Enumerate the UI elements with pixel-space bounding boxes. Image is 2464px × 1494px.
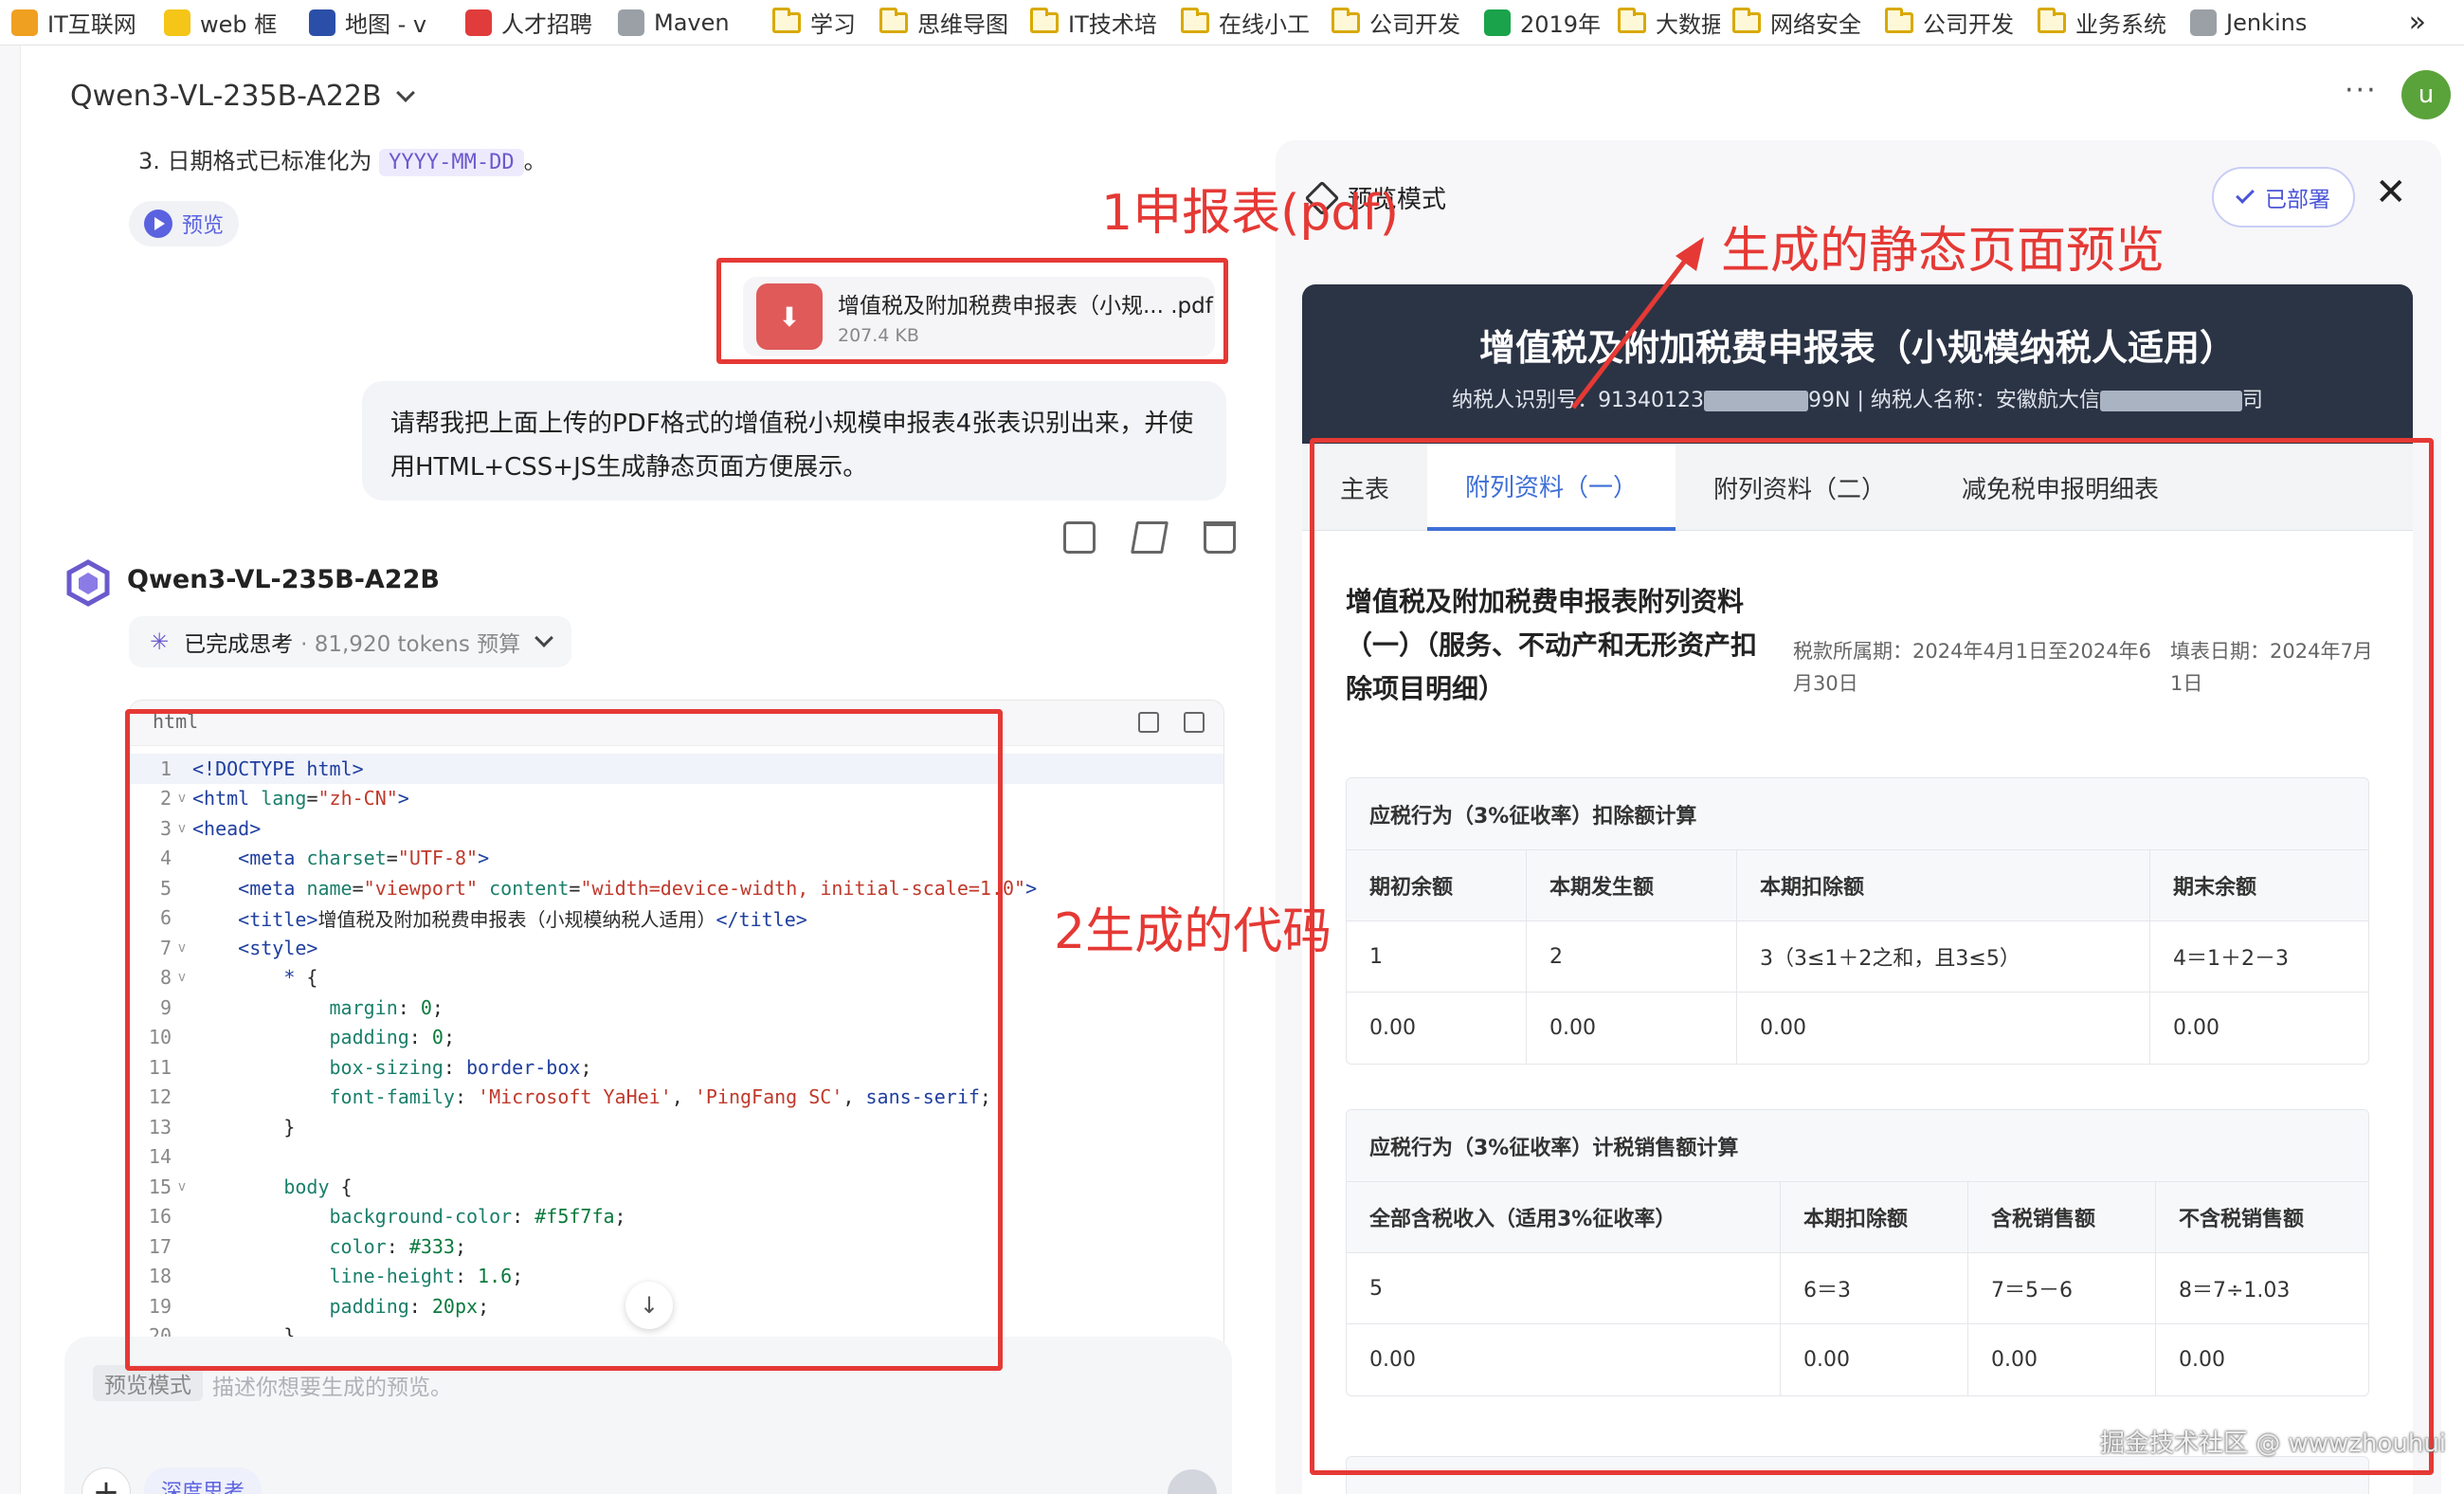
document-title: 增值税及附加税费申报表（小规模纳税人适用） (1478, 327, 2236, 369)
annotation-arrow-icon (1571, 237, 1704, 410)
copy-code-icon[interactable] (1138, 712, 1159, 733)
bookmark-site[interactable]: Maven (618, 0, 760, 46)
site-icon (465, 9, 492, 36)
bookmark-folder[interactable]: 在线小工 (1181, 0, 1319, 46)
deep-think-button[interactable]: 深度思考 (144, 1467, 263, 1494)
bookmark-folder[interactable]: 思维导图 (879, 0, 1018, 46)
bookmark-site[interactable]: IT互联网 (11, 0, 152, 46)
chevron-down-icon (395, 82, 415, 102)
redaction-mask (2099, 391, 2242, 411)
site-icon (1484, 9, 1511, 36)
annotation-box-preview (1310, 438, 2434, 1475)
edit-icon[interactable] (1131, 521, 1169, 554)
copy-icon[interactable] (1063, 521, 1096, 554)
bookmark-label: 思维导图 (917, 11, 1008, 38)
bookmark-label: 人才招聘 (501, 11, 592, 38)
bookmark-label: 大数据 (1656, 11, 1720, 38)
site-icon (11, 9, 38, 36)
site-icon (618, 9, 644, 36)
deployed-label: 已部署 (2265, 188, 2330, 212)
sidebar-edge (0, 46, 21, 1494)
site-icon (2190, 9, 2217, 36)
bookmark-label: 公司开发 (1923, 11, 2014, 38)
bookmark-label: 公司开发 (1369, 11, 1460, 38)
bookmark-label: 在线小工 (1219, 11, 1310, 38)
bookmark-folder[interactable]: 学习 (772, 0, 867, 46)
delete-icon[interactable] (1204, 521, 1236, 554)
qwen-logo-icon (66, 559, 110, 607)
bookmark-label: web 框 (200, 11, 278, 38)
bookmark-folder[interactable]: 公司开发 (1332, 0, 1472, 46)
bookmark-site[interactable]: web 框 (164, 0, 297, 46)
more-options-icon[interactable]: ··· (2345, 74, 2378, 107)
bookmark-site[interactable]: 2019年 (1484, 0, 1605, 46)
bookmark-folder[interactable]: 大数据 (1618, 0, 1720, 46)
folder-icon (1030, 7, 1059, 33)
sparkle-icon: ✳ (150, 629, 170, 655)
preview-button[interactable]: 预览 (129, 201, 240, 246)
folder-icon (1732, 7, 1761, 33)
bookmark-label: IT技术培 (1068, 11, 1157, 38)
chevron-down-icon (534, 629, 554, 647)
redaction-mask (1704, 391, 1809, 411)
check-icon (2236, 185, 2255, 204)
deployed-button[interactable]: 已部署 (2212, 167, 2355, 228)
annotation-label-pdf: 1申报表(pdf) (1101, 185, 1399, 242)
taxpayer-info: 纳税人识别号：9134012399N | 纳税人名称：安徽航大信司 (1302, 383, 2413, 413)
folder-icon (1885, 7, 1913, 33)
model-selector[interactable]: Qwen3-VL-235B-A22B (70, 80, 415, 113)
bookmark-label: 2019年 (1520, 11, 1602, 38)
bookmark-label: 业务系统 (2075, 11, 2166, 38)
bookmark-folder[interactable]: 公司开发 (1885, 0, 2025, 46)
folder-icon (1618, 7, 1646, 33)
bookmark-site[interactable]: 人才招聘 (465, 0, 606, 46)
annotation-box-code (125, 709, 1003, 1371)
bookmark-label: Jenkins (2226, 9, 2308, 36)
bookmark-label: 学习 (810, 11, 856, 38)
user-message: 请帮我把上面上传的PDF格式的增值税小规模申报表4张表识别出来，并使用HTML+… (362, 381, 1226, 501)
watermark: 掘金技术社区 @ wwwzhouhui (2100, 1430, 2447, 1458)
bookmarks-overflow-button[interactable]: » (2409, 6, 2426, 39)
bookmark-label: Maven (654, 9, 730, 36)
folder-icon (2038, 7, 2066, 33)
site-icon (164, 9, 190, 36)
avatar[interactable]: u (2401, 70, 2451, 119)
bookmark-site[interactable]: 地图 - v (309, 0, 453, 46)
site-icon (309, 9, 335, 36)
folder-icon (879, 7, 908, 33)
bookmark-label: 地图 - v (345, 11, 427, 38)
assistant-text-line: 3. 日期格式已标准化为 YYYY-MM-DD。 (138, 148, 547, 176)
bookmark-label: IT互联网 (47, 11, 136, 38)
thinking-tokens: · 81,920 tokens 预算 (300, 632, 521, 657)
message-actions (1063, 521, 1236, 554)
bookmark-folder[interactable]: IT技术培 (1030, 0, 1169, 46)
bookmark-folder[interactable]: 业务系统 (2038, 0, 2178, 46)
close-icon[interactable]: ✕ (2375, 171, 2407, 214)
model-selector-label: Qwen3-VL-235B-A22B (70, 80, 382, 113)
chat-input-placeholder[interactable]: 描述你想要生成的预览。 (212, 1369, 452, 1401)
annotation-box-pdf (716, 258, 1228, 364)
folder-icon (772, 7, 801, 33)
thinking-toggle[interactable]: ✳ 已完成思考 · 81,920 tokens 预算 (129, 616, 572, 667)
folder-icon (1181, 7, 1209, 33)
thinking-label: 已完成思考 (184, 632, 294, 657)
download-icon[interactable] (1184, 712, 1205, 733)
annotation-label-preview: 生成的静态页面预览 (1721, 223, 2165, 280)
model-name: Qwen3-VL-235B-A22B (127, 565, 440, 594)
bookmarks-bar: IT互联网 web 框 地图 - v 人才招聘 Maven 学习 思维导图 IT技术培 在线小工… (0, 0, 2464, 46)
deep-think-label: 深度思考 (161, 1481, 245, 1494)
inline-code: YYYY-MM-DD (379, 149, 524, 176)
bookmark-folder[interactable]: 网络安全 (1732, 0, 1873, 46)
folder-icon (1332, 7, 1360, 33)
bookmark-label: 网络安全 (1770, 11, 1861, 38)
preview-button-label: 预览 (182, 214, 225, 238)
bookmark-site[interactable]: Jenkins (2190, 0, 2323, 46)
play-icon (144, 210, 172, 238)
annotation-label-code: 2生成的代码 (1054, 903, 1332, 960)
